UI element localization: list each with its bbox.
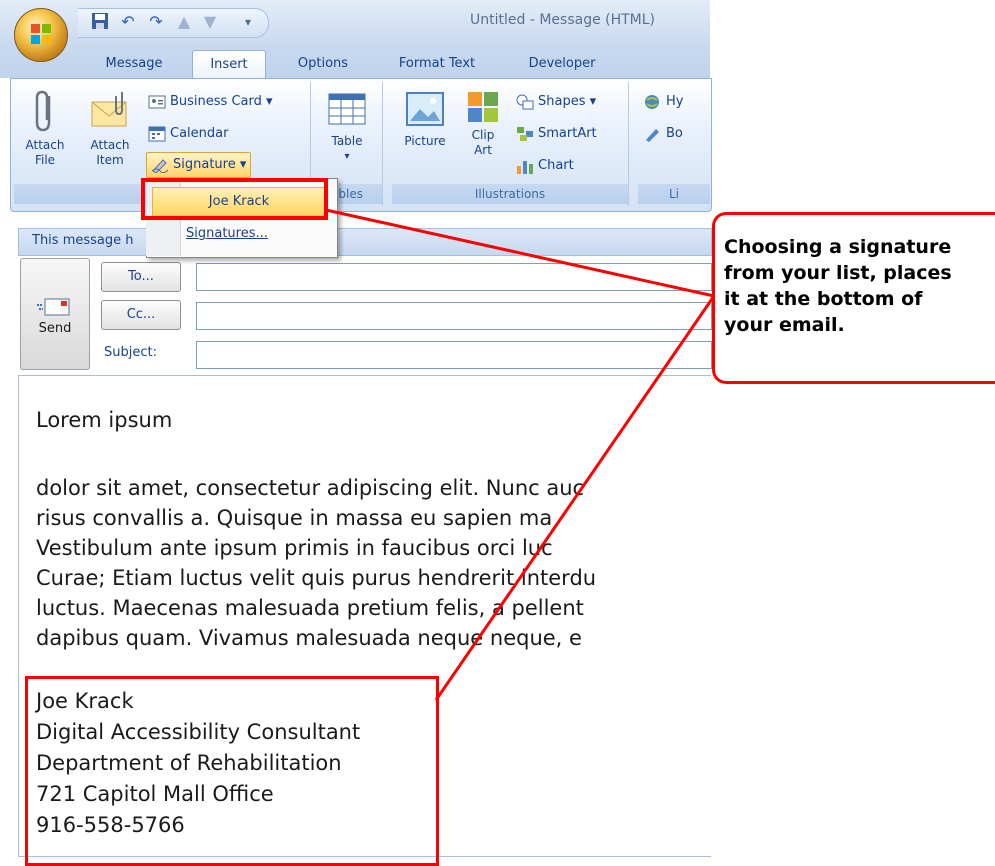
hyperlink-button[interactable]: Hy bbox=[644, 90, 683, 114]
body-line: luctus. Maecenas malesuada pretium felis… bbox=[36, 596, 584, 620]
clip-art-button[interactable]: Clip Art bbox=[460, 90, 506, 158]
smartart-icon bbox=[516, 126, 534, 142]
info-bar-text: This message h bbox=[32, 233, 134, 248]
callout-text-line: from your list, places bbox=[724, 262, 952, 284]
body-line: Curae; Etiam luctus velit quis purus hen… bbox=[36, 566, 597, 590]
shapes-dropdown-icon: ▾ bbox=[585, 94, 597, 109]
signature-label: Signature bbox=[173, 157, 236, 172]
paperclip-icon bbox=[35, 90, 51, 132]
chart-label: Chart bbox=[538, 158, 574, 173]
chart-button[interactable]: Chart bbox=[516, 154, 574, 178]
chart-icon bbox=[516, 158, 534, 174]
tab-format-text[interactable]: Format Text bbox=[382, 50, 492, 78]
body-line: Vestibulum ante ipsum primis in faucibus… bbox=[36, 536, 553, 560]
office-button[interactable] bbox=[14, 8, 68, 62]
body-heading: Lorem ipsum bbox=[36, 408, 173, 432]
menu-item-signatures[interactable]: Signatures... bbox=[186, 226, 268, 241]
table-label: Table bbox=[331, 134, 363, 148]
clip-art-icon bbox=[468, 92, 498, 122]
body-line: risus convallis a. Quisque in massa eu s… bbox=[36, 506, 553, 530]
undo-icon[interactable]: ↶ bbox=[118, 12, 138, 32]
callout-text-line: it at the bottom of bbox=[724, 288, 923, 310]
shapes-icon bbox=[516, 94, 534, 110]
table-button[interactable]: Table ▾ bbox=[318, 90, 376, 164]
tab-message[interactable]: Message bbox=[86, 50, 182, 78]
business-card-button[interactable]: Business Card ▾ bbox=[148, 90, 273, 114]
callout-text-line: Choosing a signature bbox=[724, 236, 952, 258]
signature-dropdown-icon: ▾ bbox=[235, 157, 247, 172]
cc-button[interactable]: Cc... bbox=[101, 300, 181, 330]
to-button[interactable]: To... bbox=[101, 262, 181, 292]
cc-field[interactable] bbox=[196, 302, 712, 330]
calendar-label: Calendar bbox=[170, 126, 229, 141]
calendar-icon bbox=[148, 126, 166, 142]
send-button[interactable]: Send bbox=[20, 258, 90, 370]
calendar-button[interactable]: Calendar bbox=[148, 122, 228, 146]
tab-developer[interactable]: Developer bbox=[510, 50, 614, 78]
hyperlink-globe-icon bbox=[644, 94, 662, 110]
attach-file-label: Attach File bbox=[25, 138, 65, 167]
body-line: dolor sit amet, consectetur adipiscing e… bbox=[36, 476, 585, 500]
redo-icon[interactable]: ↷ bbox=[146, 12, 166, 32]
hyperlink-label: Hy bbox=[666, 94, 684, 109]
send-label: Send bbox=[38, 321, 72, 336]
shapes-label: Shapes bbox=[538, 94, 586, 109]
window-title: Untitled - Message (HTML) bbox=[470, 12, 656, 28]
arrow-up-icon[interactable]: ▲ bbox=[174, 12, 194, 32]
tab-insert[interactable]: Insert bbox=[192, 50, 266, 79]
table-dropdown-icon: ▾ bbox=[344, 151, 350, 162]
customize-qat-icon[interactable]: ▾ bbox=[238, 12, 258, 32]
send-envelope-icon bbox=[37, 298, 70, 316]
to-field[interactable] bbox=[196, 263, 712, 291]
picture-label: Picture bbox=[404, 134, 446, 148]
attach-file-button[interactable]: Attach File bbox=[20, 88, 70, 168]
subject-field[interactable] bbox=[196, 341, 712, 369]
picture-icon bbox=[406, 92, 444, 126]
picture-button[interactable]: Picture bbox=[396, 90, 454, 149]
smartart-label: SmartArt bbox=[538, 126, 597, 141]
smartart-button[interactable]: SmartArt bbox=[516, 122, 597, 146]
business-card-icon bbox=[148, 94, 166, 110]
highlight-box-signature bbox=[25, 676, 439, 866]
attach-item-button[interactable]: Attach Item bbox=[82, 88, 138, 168]
table-icon bbox=[328, 93, 366, 125]
subject-label: Subject: bbox=[104, 345, 157, 360]
group-illustrations-label: Illustrations bbox=[392, 184, 628, 204]
attach-item-label: Attach Item bbox=[90, 138, 130, 167]
envelope-attach-icon bbox=[91, 92, 127, 127]
tab-options[interactable]: Options bbox=[282, 50, 364, 78]
signature-button[interactable]: Signature ▾ bbox=[146, 152, 252, 178]
quick-access-toolbar: ↶ ↷ ▲ ▼ ▾ bbox=[78, 8, 269, 38]
arrow-down-icon[interactable]: ▼ bbox=[200, 12, 220, 32]
shapes-button[interactable]: Shapes ▾ bbox=[516, 90, 596, 114]
signature-pen-icon bbox=[151, 157, 169, 174]
save-icon[interactable] bbox=[90, 12, 110, 32]
bookmark-button[interactable]: Bo bbox=[644, 122, 683, 146]
group-links-label: Li bbox=[638, 184, 710, 204]
callout-text-line: your email. bbox=[724, 314, 845, 336]
clip-art-label: Clip Art bbox=[471, 128, 495, 157]
office-logo-icon bbox=[31, 24, 51, 44]
highlight-box-menu-item bbox=[141, 178, 328, 220]
bookmark-icon bbox=[644, 126, 662, 142]
bookmark-label: Bo bbox=[666, 126, 683, 141]
business-card-dropdown-icon: ▾ bbox=[261, 94, 273, 109]
body-line: dapibus quam. Vivamus malesuada neque ne… bbox=[36, 626, 582, 650]
business-card-label: Business Card bbox=[170, 94, 262, 109]
